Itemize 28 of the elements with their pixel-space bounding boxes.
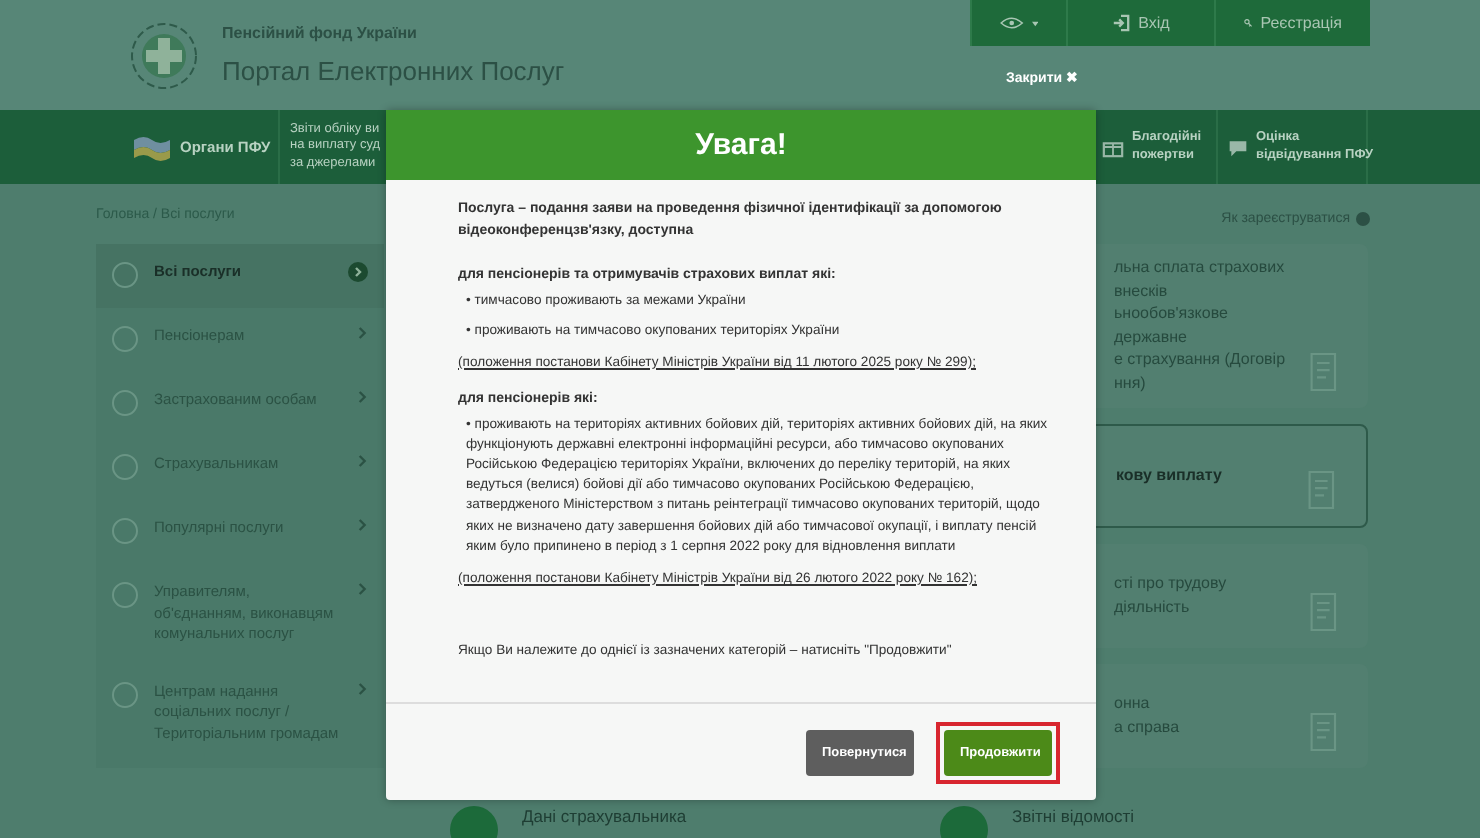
category-icon — [112, 518, 138, 544]
login-button[interactable]: Вхід — [1066, 0, 1214, 46]
comment-icon — [1228, 137, 1248, 157]
login-icon — [1112, 14, 1131, 32]
logo-icon — [130, 21, 198, 89]
category-icon — [112, 582, 138, 608]
card-text: кову виплату — [1116, 463, 1224, 487]
tile-title[interactable]: Дані страхувальника — [522, 806, 687, 830]
category-icon — [112, 681, 138, 707]
chevron-icon — [358, 518, 368, 532]
eye-icon — [1000, 14, 1024, 32]
category-icon — [112, 454, 138, 480]
flag-icon — [132, 133, 172, 161]
chevron-icon — [348, 262, 368, 282]
chevron-icon — [358, 326, 368, 340]
register-button[interactable]: Реєстрація — [1214, 0, 1370, 46]
chevron-icon — [358, 390, 368, 404]
chevron-icon — [358, 582, 368, 596]
visibility-button[interactable] — [970, 0, 1066, 46]
category-icon — [112, 390, 138, 416]
key-icon — [1244, 14, 1253, 32]
category-icon — [112, 326, 138, 352]
modal-title: Увага! — [386, 110, 1096, 180]
chevron-icon — [358, 454, 368, 468]
category-icon — [112, 262, 138, 288]
chevron-icon — [358, 681, 368, 695]
tile-title[interactable]: Звітні відомості — [1012, 806, 1135, 830]
caret-icon — [1031, 19, 1038, 27]
